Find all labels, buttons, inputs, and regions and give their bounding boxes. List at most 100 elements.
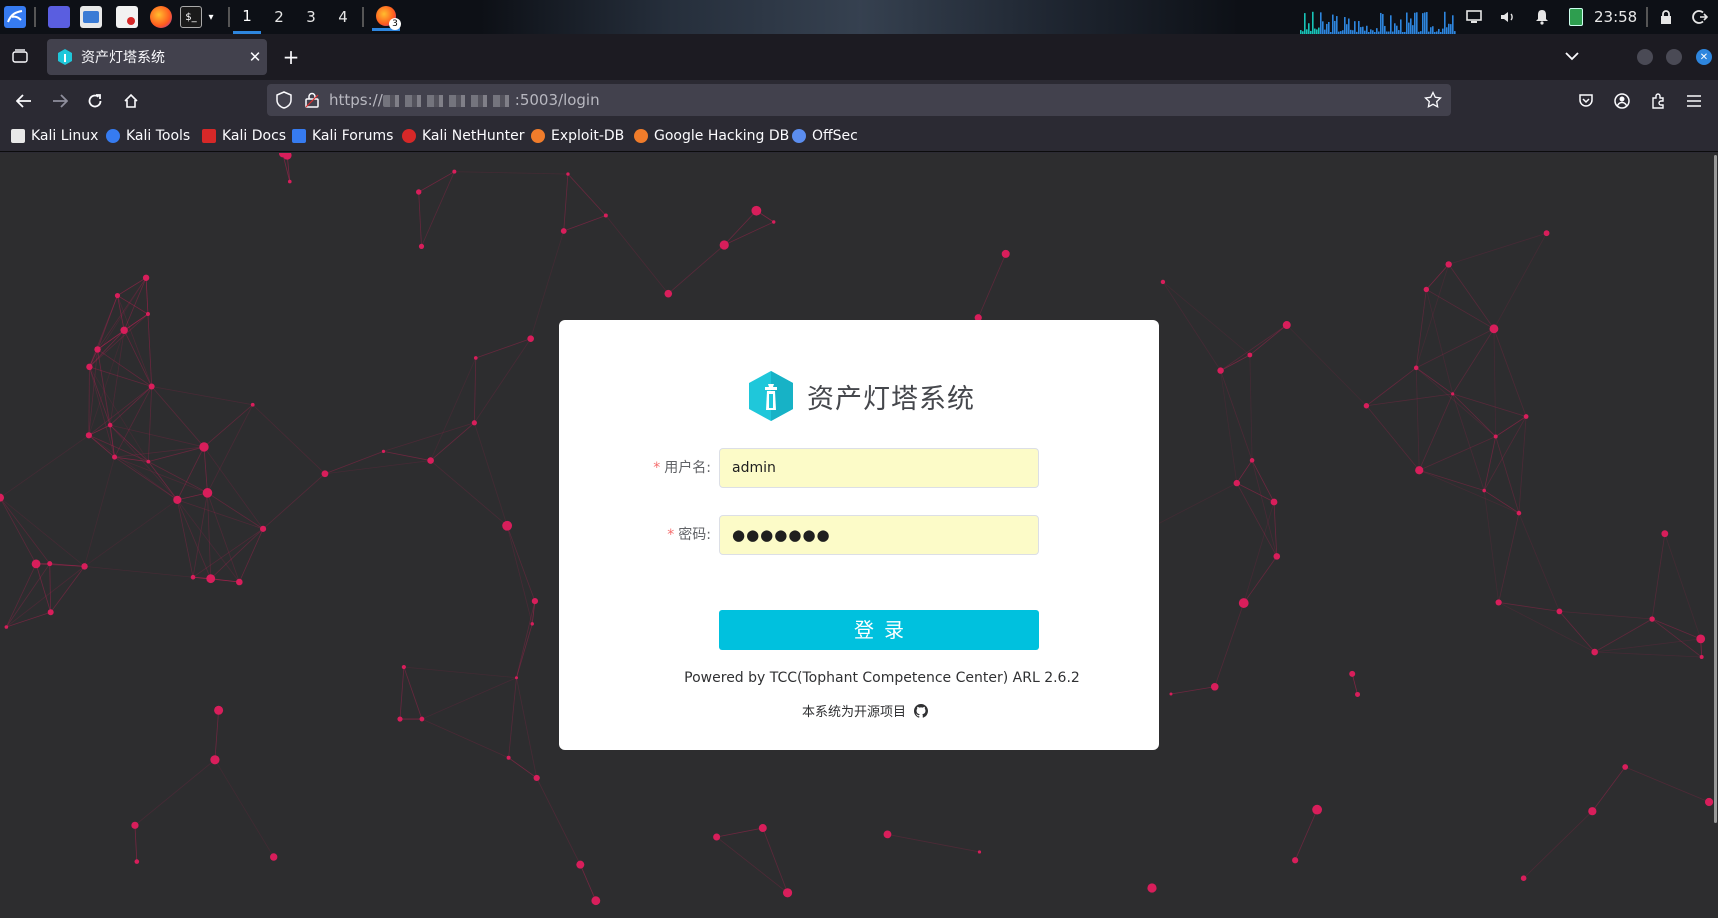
particle-dot [419,716,425,722]
bookmark-offsec[interactable]: OffSec [792,126,858,146]
pocket-icon[interactable] [1573,88,1599,114]
particle-dot [506,755,511,760]
window-close-button[interactable]: ✕ [1696,49,1712,65]
terminal-icon[interactable]: $_ [180,6,202,28]
bookmark-label: Kali NetHunter [422,128,525,144]
particle-link [252,404,326,475]
tab-close-icon[interactable]: ✕ [243,48,267,66]
particle-link [88,434,115,458]
particle-link [668,244,725,294]
particle-dot [1556,608,1563,615]
scrollbar-thumb[interactable] [1714,155,1717,823]
particle-link [475,338,531,359]
forward-button[interactable] [47,88,73,114]
particle-link [207,492,240,583]
tracking-shield-icon[interactable] [275,91,293,109]
particle-link [1483,490,1520,514]
particle-dot [1588,807,1597,816]
particle-link [1249,354,1253,461]
workspace-3[interactable]: 3 [297,0,325,34]
particle-dot [473,356,478,360]
notification-bell-icon[interactable] [1532,7,1552,27]
particle-link [50,566,85,613]
cpu-bar [1410,18,1412,34]
particle-dot [566,172,570,176]
battery-icon[interactable] [1566,7,1586,27]
particle-dot [1247,352,1253,358]
bookmark-kali-linux[interactable]: Kali Linux [11,126,98,146]
url-bar[interactable]: https://:5003/login [267,84,1451,116]
clock[interactable]: 23:58 [1594,0,1637,34]
particle-link [1594,618,1653,653]
particle-link [1426,289,1495,330]
particle-link [1493,328,1497,437]
particle-link [403,666,517,679]
hamburger-menu-icon[interactable] [1681,88,1707,114]
lock-screen-icon[interactable] [1656,7,1676,27]
open-source-note: 本系统为开源项目 [559,701,1159,720]
particle-dot [199,442,209,452]
back-button[interactable] [11,88,37,114]
particle-dot [1591,648,1598,656]
particle-link [89,366,149,462]
tab-list-icon[interactable] [8,44,32,68]
particle-link [536,777,581,865]
page-scrollbar[interactable] [1712,153,1718,918]
home-button[interactable] [118,88,144,114]
particle-link [134,825,138,862]
volume-icon[interactable] [1498,7,1518,27]
bookmark-star-icon[interactable] [1423,90,1443,110]
reload-button[interactable] [82,88,108,114]
github-icon[interactable] [914,703,928,718]
particle-dot [1160,279,1166,285]
particle-link [579,864,597,901]
workspace-2[interactable]: 2 [265,0,293,34]
cpu-bar [1304,13,1306,34]
workspace-4[interactable]: 4 [329,0,357,34]
firefox-task-button[interactable]: 3 [372,3,401,31]
minimize-button[interactable] [1637,49,1653,65]
particle-dot [603,213,608,218]
bookmark-kali-tools[interactable]: Kali Tools [106,126,190,146]
chevron-down-icon[interactable]: ▾ [204,6,218,28]
particle-dot [1489,324,1499,334]
bookmark-kali-docs[interactable]: Kali Docs [202,126,286,146]
logout-icon[interactable] [1690,7,1710,27]
password-input[interactable]: ●●●●●●● [719,515,1039,555]
particle-link [1162,281,1251,356]
chevron-down-icon[interactable] [1560,44,1584,68]
maximize-button[interactable] [1666,49,1682,65]
particle-dot [1482,488,1486,493]
bookmark-kali-nethunter[interactable]: Kali NetHunter [402,126,524,146]
particle-link [0,434,90,498]
kali-menu-icon[interactable] [4,6,26,28]
bookmark-google-hacking-db[interactable]: Google Hacking DB [634,126,789,146]
text-editor-icon[interactable] [116,6,138,28]
url-prefix: https:// [329,91,383,109]
desktop-icon[interactable] [48,6,70,28]
panel-separator [228,7,230,27]
particle-link [207,404,254,494]
particle-link [97,295,118,350]
bookmark-kali-forums[interactable]: Kali Forums [292,126,393,146]
cpu-bar [1382,14,1384,34]
firefox-launcher-icon[interactable] [150,6,172,28]
particle-link [1664,533,1702,640]
login-button[interactable]: 登录 [719,610,1039,650]
browser-tab[interactable]: 资产灯塔系统 ✕ [47,39,267,75]
new-tab-button[interactable]: + [278,44,304,70]
display-icon[interactable] [1464,7,1484,27]
file-manager-icon[interactable] [80,6,102,28]
site-lock-icon[interactable] [303,91,321,109]
username-row: * 用户名: admin [559,448,1159,488]
particle-dot [1622,764,1629,770]
particle-link [723,210,757,246]
account-icon[interactable] [1609,88,1635,114]
extensions-icon[interactable] [1645,88,1671,114]
particle-link [1415,367,1496,437]
particle-link [89,313,149,368]
workspace-1[interactable]: 1 [233,0,261,34]
username-input[interactable]: admin [719,448,1039,488]
particle-link [430,422,475,461]
bookmark-exploit-db[interactable]: Exploit-DB [531,126,624,146]
